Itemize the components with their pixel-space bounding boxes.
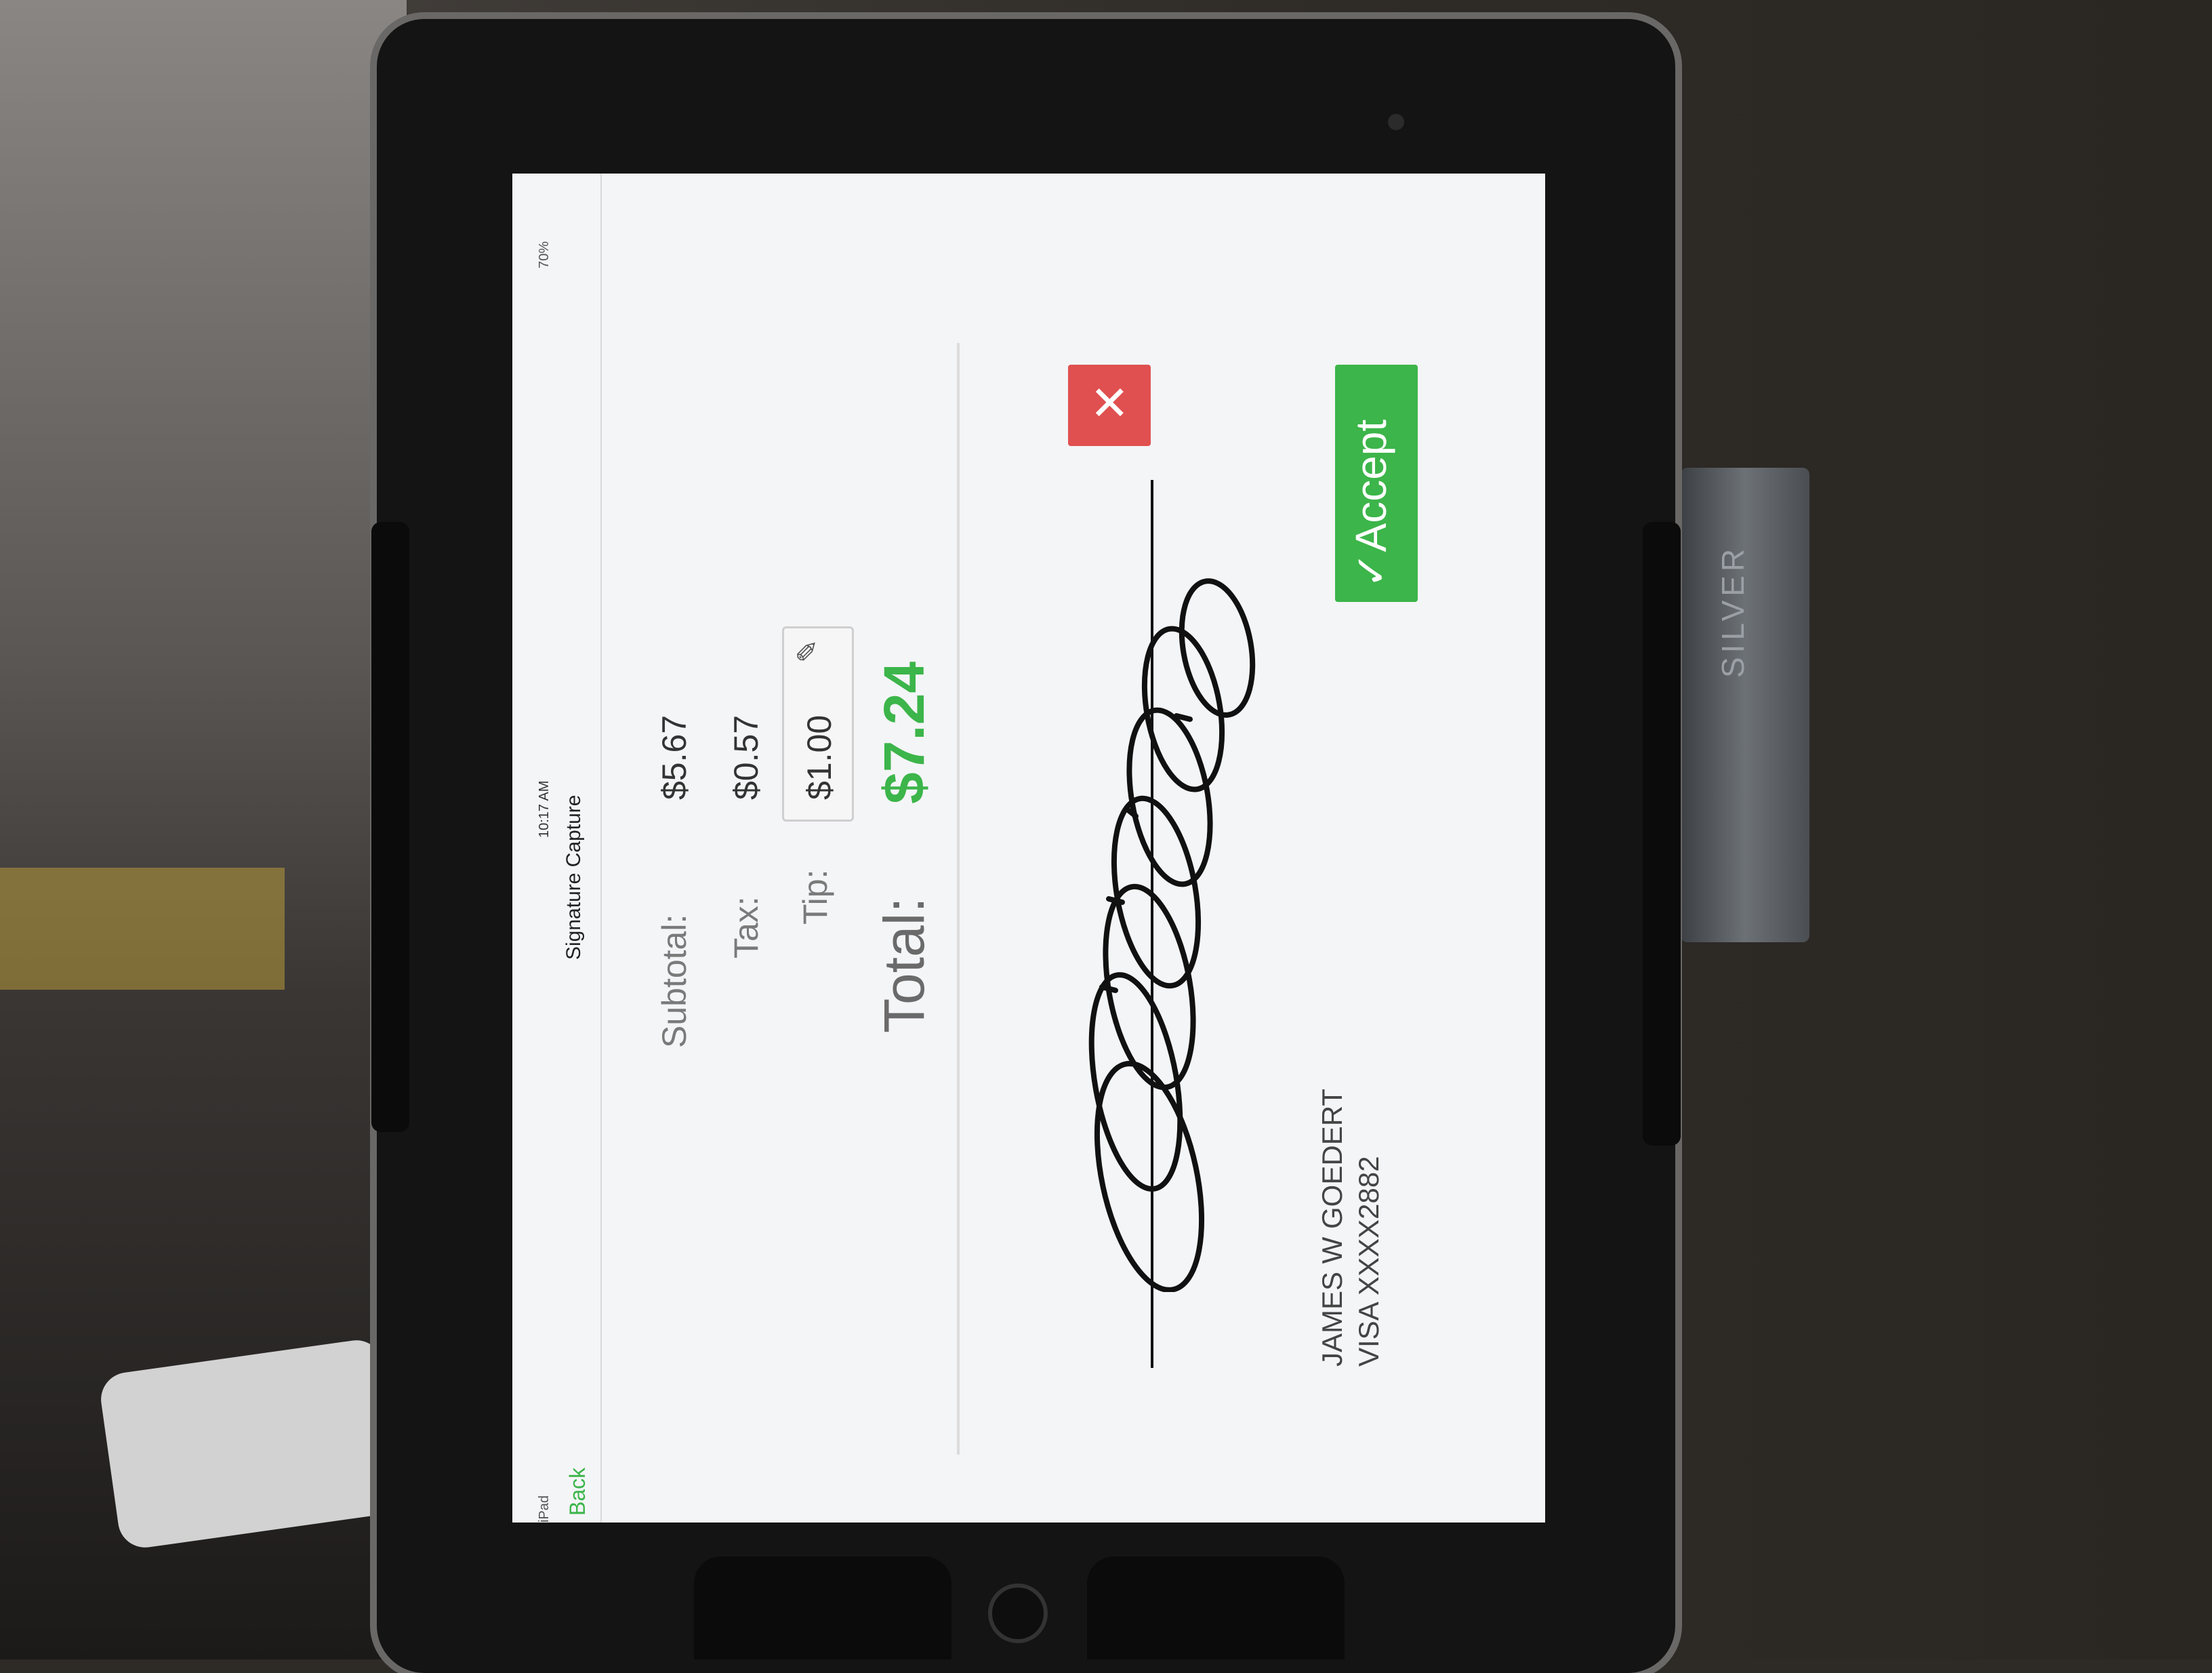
accept-button[interactable]: ✓Accept: [1335, 365, 1418, 602]
cardholder-name: JAMES W GOEDERT: [1316, 1089, 1348, 1367]
status-device: iPad: [537, 1495, 552, 1523]
camera: [1388, 114, 1404, 130]
total-value: $7.24: [872, 661, 936, 804]
signature-drawing: [1088, 578, 1256, 1292]
home-button[interactable]: [988, 1584, 1048, 1643]
back-button[interactable]: Back: [565, 1468, 590, 1516]
stand-clip-bottom-right: [1087, 1556, 1345, 1659]
total-label: Total:: [872, 897, 936, 1033]
subtotal-value: $5.67: [655, 714, 693, 800]
shelf: [0, 868, 285, 990]
card-reader: [1681, 468, 1809, 942]
tip-value: $1.00: [800, 714, 838, 800]
close-icon: ✕: [1090, 377, 1130, 430]
stand-clip-bottom-left: [694, 1556, 951, 1659]
tax-label: Tax:: [727, 896, 765, 959]
stand-clip-right: [1643, 522, 1681, 1146]
summary-divider: [957, 343, 960, 1455]
card-number: VISA XXXX2882: [1353, 1156, 1385, 1367]
page-title: Signature Capture: [562, 794, 585, 961]
card-reader-logo: SILVER: [1715, 544, 1750, 678]
accept-button-label: ✓Accept: [1347, 419, 1395, 588]
clear-signature-button[interactable]: ✕: [1068, 365, 1151, 446]
tax-value: $0.57: [727, 714, 765, 800]
stand-clip-left: [371, 522, 409, 1132]
status-time: 10:17 AM: [537, 780, 552, 838]
subtotal-label: Subtotal:: [655, 914, 693, 1048]
tip-label: Tip:: [796, 869, 834, 925]
pencil-icon[interactable]: ✎: [791, 639, 824, 663]
screen: iPad 10:17 AM 70% Signature Capture Back…: [512, 174, 1545, 1523]
status-battery: 70%: [537, 241, 552, 268]
app-header: iPad 10:17 AM 70% Signature Capture Back: [512, 174, 602, 1523]
